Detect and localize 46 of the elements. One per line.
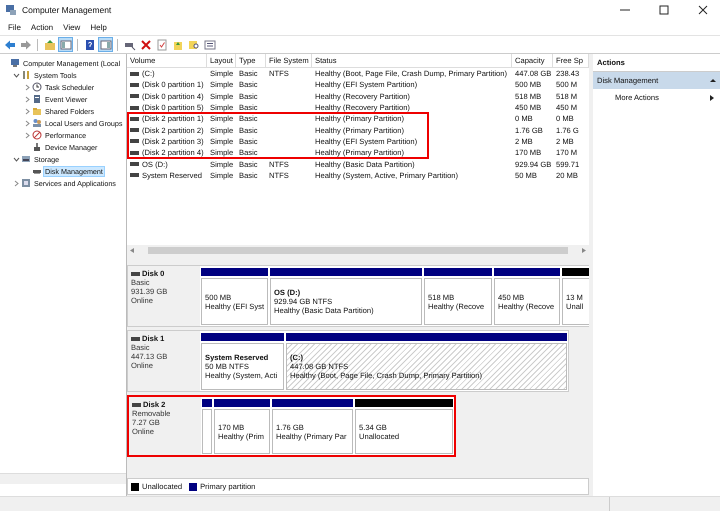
tree-pane-button[interactable]: [58, 37, 73, 52]
gauge-icon: [32, 130, 42, 140]
action-pane-button[interactable]: [98, 37, 113, 52]
menu-item[interactable]: File: [3, 22, 26, 33]
drive-icon: [131, 336, 140, 340]
folder-icon: [44, 38, 56, 50]
horizontal-scrollbar[interactable]: [127, 245, 589, 256]
services-icon: [21, 178, 31, 188]
forward-arrow-icon: [20, 38, 32, 50]
folder-icon: [32, 106, 42, 116]
window-title: Computer Management: [22, 5, 112, 15]
scroll-right-icon[interactable]: [582, 248, 586, 253]
drive-icon: [131, 272, 140, 276]
checklist-icon: [156, 38, 168, 50]
menu-item[interactable]: Action: [26, 22, 58, 33]
device-icon: [32, 142, 42, 152]
menu-item[interactable]: View: [58, 22, 86, 33]
tools-icon: [21, 70, 31, 80]
chevron-right-icon[interactable]: [24, 84, 30, 90]
users-icon: [32, 118, 42, 128]
submenu-arrow-icon: [710, 94, 714, 100]
delete-icon: [140, 38, 152, 50]
app-icon: [5, 4, 17, 16]
menu-item[interactable]: Help: [85, 22, 112, 33]
collapse-arrow-icon: [710, 78, 716, 83]
storage-icon: [21, 154, 31, 164]
pane-icon: [60, 38, 72, 50]
drive-icon: [132, 402, 141, 406]
chevron-down-icon[interactable]: [12, 72, 20, 78]
back-arrow-icon: [4, 38, 16, 50]
chevron-right-icon[interactable]: [24, 132, 30, 138]
chevron-down-icon[interactable]: [12, 156, 20, 162]
help-icon: [84, 38, 96, 50]
chevron-right-icon[interactable]: [24, 108, 30, 114]
clock-icon: [32, 82, 42, 92]
chevron-right-icon[interactable]: [24, 120, 30, 126]
horizontal-scrollbar[interactable]: [0, 473, 126, 484]
properties-icon: [204, 38, 216, 50]
up-button[interactable]: [42, 37, 57, 52]
chevron-right-icon[interactable]: [24, 96, 30, 102]
log-icon: [32, 94, 42, 104]
scroll-left-icon[interactable]: [130, 248, 134, 253]
partition-block[interactable]: [202, 399, 212, 454]
pane-icon: [100, 38, 112, 50]
chevron-right-icon[interactable]: [12, 180, 20, 186]
folder-search-icon: [188, 38, 200, 50]
